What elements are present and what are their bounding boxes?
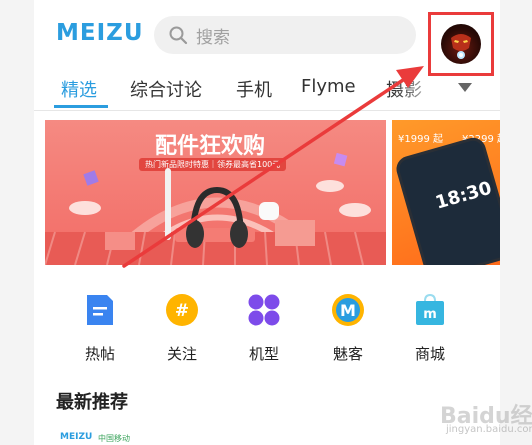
- nav-label: 魅客: [332, 345, 363, 363]
- search-icon: [169, 26, 188, 45]
- nav-follow[interactable]: # 关注: [152, 293, 212, 364]
- nav-meike[interactable]: M 魅客: [318, 293, 378, 364]
- phone-image: 18:30: [397, 138, 500, 265]
- document-icon: [83, 293, 117, 327]
- tab-discussion[interactable]: 综合讨论: [130, 76, 202, 102]
- search-bar[interactable]: 搜索: [154, 16, 416, 54]
- svg-text:M: M: [340, 301, 356, 320]
- meizu-logo: MEIZU: [56, 20, 144, 46]
- hash-icon: #: [165, 293, 199, 327]
- watermark-url: jingyan.baidu.com: [446, 424, 532, 435]
- accessories-banner[interactable]: 配件狂欢购 热门新品限时特惠｜领券最高省100元: [45, 120, 386, 265]
- tab-phone[interactable]: 手机: [236, 76, 272, 102]
- section-title: 最新推荐: [56, 392, 128, 413]
- chevron-down-icon[interactable]: [458, 83, 472, 92]
- banner-illustration: [45, 152, 386, 265]
- nav-label: 机型: [248, 345, 279, 363]
- tab-fade: [394, 76, 448, 106]
- app-screen: MEIZU 搜索 精选 综合讨论 手机 Flyme 摄影 配件狂欢购: [34, 0, 500, 445]
- partner-logo: 中国移动: [98, 434, 130, 443]
- iron-man-avatar-icon: [451, 34, 471, 59]
- svg-text:#: #: [175, 301, 189, 321]
- nav-hot-posts[interactable]: 热帖: [70, 293, 130, 364]
- avatar[interactable]: [441, 24, 481, 64]
- feed-brand-logo: MEIZU: [60, 432, 93, 442]
- price-tag: ¥1999 起: [398, 134, 443, 145]
- nav-label: 商城: [414, 345, 445, 363]
- shopping-bag-icon: m: [413, 293, 447, 327]
- svg-text:m: m: [423, 307, 437, 322]
- search-placeholder: 搜索: [196, 27, 230, 48]
- m-badge-icon: M: [331, 293, 365, 327]
- tab-flyme[interactable]: Flyme: [301, 76, 356, 97]
- divider: [34, 110, 500, 111]
- nav-label: 热帖: [84, 345, 115, 363]
- nav-label: 关注: [166, 345, 197, 363]
- active-tab-indicator: [54, 105, 108, 108]
- phone-promo-banner[interactable]: ¥1999 起 ¥2299 起 18:30: [392, 120, 500, 265]
- phone-clock: 18:30: [433, 177, 495, 214]
- grid-circles-icon: [247, 293, 281, 327]
- tab-featured[interactable]: 精选: [61, 76, 97, 102]
- nav-models[interactable]: 机型: [234, 293, 294, 364]
- highlight-box: [428, 12, 494, 76]
- nav-mall[interactable]: m 商城: [400, 293, 460, 364]
